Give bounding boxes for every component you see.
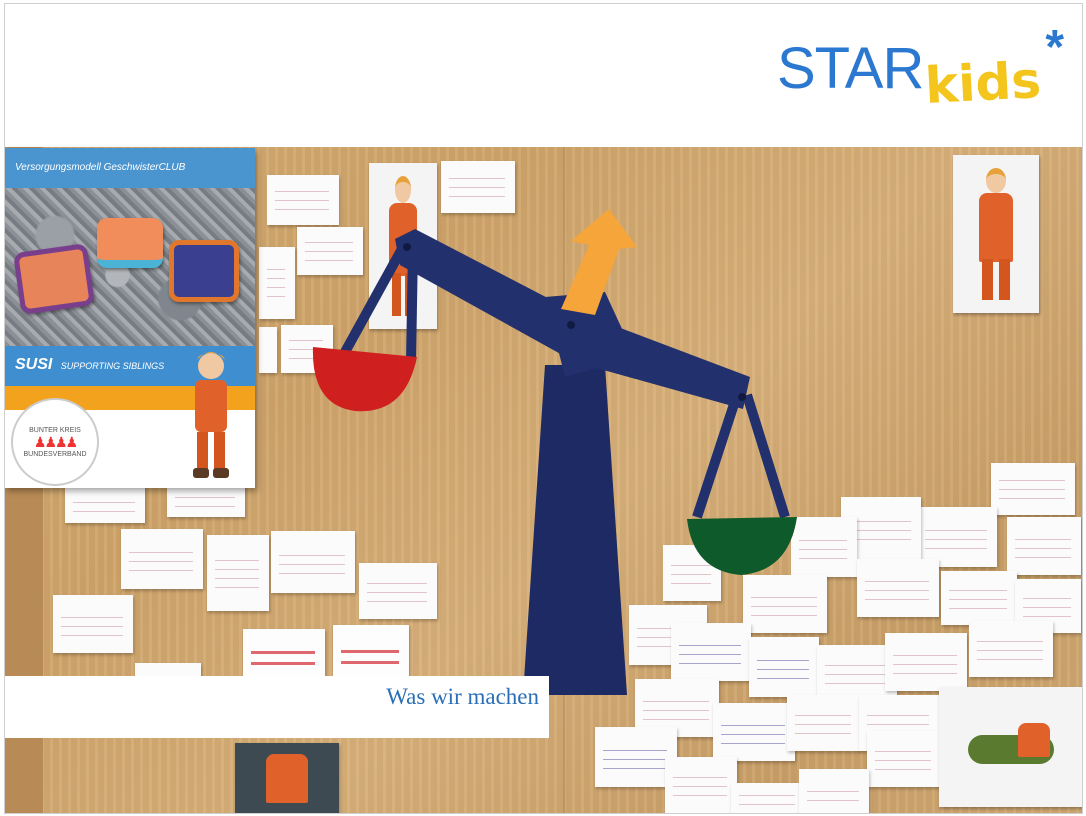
astronaut-icon [193,352,229,478]
brochure-photo [5,188,255,346]
logo-kids-text: kids [923,51,1043,115]
scale-pan-left [312,347,417,412]
badge-top-text: BUNTER KREIS [29,426,81,434]
susi-brochure: Versorgungsmodell GeschwisterCLUB SUSI S… [5,148,255,488]
scale-pan-right [687,517,797,575]
brochure-susi-subtitle: SUPPORTING SIBLINGS [60,361,165,371]
caption-box: Was wir machen [5,676,549,738]
pillow [13,243,95,315]
bunter-kreis-badge: BUNTER KREIS ♟♟♟♟ BUNDESVERBAND [11,398,99,486]
logo-star-text: STAR [776,36,924,101]
badge-bottom-text: BUNDESVERBAND [23,450,87,458]
logo-asterisk-icon: * [1045,21,1064,74]
slide-frame: STAR kids * Was wir machen Versorgungsmo… [4,3,1083,814]
scale-stand [523,365,627,695]
caption-text: Was wir machen [386,684,539,709]
pillow [169,240,239,302]
pillow [97,218,163,268]
brochure-header: Versorgungsmodell GeschwisterCLUB [5,148,255,188]
up-arrow-icon [561,209,637,315]
starkids-logo: STAR kids * [776,24,1064,115]
people-icon: ♟♟♟♟ [33,433,78,450]
brochure-susi: SUSI [15,356,53,373]
